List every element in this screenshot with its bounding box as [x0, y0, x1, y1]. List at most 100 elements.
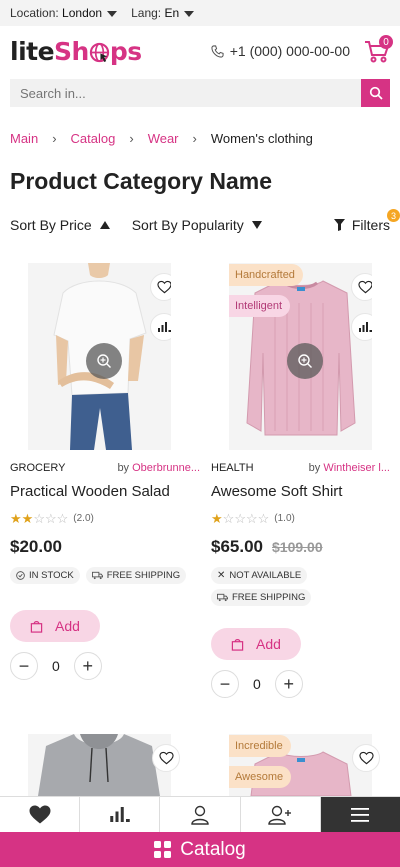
- product-name[interactable]: Awesome Soft Shirt: [211, 483, 400, 500]
- product-price: $20.00: [10, 537, 200, 557]
- wishlist-button[interactable]: [150, 273, 171, 301]
- phone-link[interactable]: +1 (000) 000-00-00: [211, 43, 350, 59]
- chevron-right-icon: ›: [129, 131, 134, 146]
- menu-icon: [351, 807, 370, 822]
- chip-text: FREE SHIPPING: [232, 592, 306, 603]
- sort-by-price-button[interactable]: Sort By Price: [10, 217, 110, 233]
- chip-text: NOT AVAILABLE: [229, 570, 302, 581]
- chip-text: FREE SHIPPING: [106, 570, 181, 581]
- by-label: by: [308, 462, 321, 474]
- location-value: London: [62, 6, 103, 20]
- arrow-up-icon: [99, 221, 110, 229]
- product-card: GROCERY by Oberbrunne... Practical Woode…: [10, 263, 200, 680]
- header: liteSh ps +1 (000) 000-00-00 0: [0, 26, 400, 76]
- sort-popularity-label: Sort By Popularity: [131, 217, 244, 233]
- user-plus-icon: [268, 805, 292, 825]
- star-empty-icon: ☆: [245, 511, 258, 526]
- quantity-stepper: − 0 +: [10, 652, 200, 680]
- filters-button[interactable]: Filters 3: [333, 209, 400, 233]
- breadcrumb-main[interactable]: Main: [10, 131, 38, 146]
- star-empty-icon: ☆: [257, 511, 270, 526]
- product-tag: Awesome: [229, 766, 292, 788]
- old-price: $109.00: [272, 539, 323, 555]
- truck-icon: [217, 593, 228, 602]
- product-category: HEALTH: [211, 462, 254, 474]
- product-tag: Intelligent: [229, 295, 291, 317]
- decrement-button[interactable]: −: [10, 652, 38, 680]
- breadcrumb-catalog[interactable]: Catalog: [71, 131, 116, 146]
- product-category: GROCERY: [10, 462, 66, 474]
- product-tag: Handcrafted: [229, 264, 303, 286]
- decrement-button[interactable]: −: [211, 670, 239, 698]
- current-price: $65.00: [211, 537, 263, 556]
- increment-button[interactable]: +: [274, 670, 303, 698]
- catalog-button[interactable]: Catalog: [0, 832, 400, 867]
- product-image[interactable]: [28, 263, 171, 450]
- search-icon: [369, 86, 383, 100]
- zoom-button[interactable]: [287, 343, 323, 379]
- quantity-value: 0: [52, 658, 60, 674]
- bottom-navigation: [0, 796, 400, 832]
- increment-button[interactable]: +: [73, 652, 102, 680]
- star-full-icon: ★: [21, 511, 34, 526]
- current-price: $20.00: [10, 537, 62, 556]
- location-selector[interactable]: Location: London: [10, 6, 118, 20]
- star-empty-icon: ☆: [44, 511, 57, 526]
- star-empty-icon: ☆: [222, 511, 235, 526]
- nav-wishlist-button[interactable]: [0, 797, 81, 832]
- product-meta: HEALTH by Wintheiser l...: [211, 462, 390, 474]
- product-status-chips: IN STOCK FREE SHIPPING: [10, 567, 200, 584]
- star-full-icon: ★: [211, 511, 223, 526]
- user-icon: [191, 805, 209, 825]
- nav-account-button[interactable]: [160, 797, 241, 832]
- product-image[interactable]: Handcrafted Intelligent: [229, 263, 372, 450]
- logo[interactable]: liteSh ps: [10, 37, 142, 66]
- product-card: Handcrafted Intelligent HEALTH by Winthe…: [211, 263, 400, 698]
- compare-button[interactable]: [351, 313, 372, 341]
- quantity-value: 0: [253, 676, 261, 692]
- arrow-down-icon: [251, 221, 262, 229]
- product-rating: ★ ★ ☆ ☆ ☆ (2.0): [10, 512, 200, 525]
- heart-icon: [358, 751, 374, 765]
- product-image[interactable]: Incredible Awesome: [229, 734, 372, 796]
- breadcrumb-wear[interactable]: Wear: [148, 131, 179, 146]
- add-to-cart-button[interactable]: Add: [10, 610, 100, 642]
- status-chip: ✕ NOT AVAILABLE: [211, 567, 308, 584]
- add-to-cart-button[interactable]: Add: [211, 628, 301, 660]
- phone-icon: [211, 44, 224, 58]
- bar-chart-icon: [157, 322, 171, 332]
- cart-button[interactable]: 0: [364, 35, 393, 64]
- star-empty-icon: ☆: [234, 511, 246, 526]
- search-button[interactable]: [361, 79, 390, 107]
- zoom-button[interactable]: [86, 343, 122, 379]
- product-price: $65.00 $109.00: [211, 537, 400, 557]
- heart-filled-icon: [29, 805, 51, 824]
- wishlist-button[interactable]: [352, 744, 380, 772]
- wishlist-button[interactable]: [152, 744, 180, 772]
- add-label: Add: [55, 618, 80, 634]
- status-chip: FREE SHIPPING: [85, 567, 187, 584]
- product-brand[interactable]: by Wintheiser l...: [309, 462, 390, 474]
- close-icon: ✕: [217, 570, 226, 581]
- phone-number: +1 (000) 000-00-00: [229, 43, 350, 59]
- zoom-in-icon: [97, 354, 111, 368]
- product-image[interactable]: [28, 734, 171, 796]
- sort-by-popularity-button[interactable]: Sort By Popularity: [132, 217, 262, 233]
- compare-button[interactable]: [150, 313, 171, 341]
- nav-compare-button[interactable]: [80, 797, 161, 832]
- search-input[interactable]: [10, 79, 361, 107]
- product-meta: GROCERY by Oberbrunne...: [10, 462, 200, 474]
- nav-register-button[interactable]: [241, 797, 321, 832]
- chevron-right-icon: ›: [192, 131, 197, 146]
- grid-icon: [154, 841, 172, 858]
- breadcrumb: Main › Catalog › Wear › Women's clothing: [0, 131, 400, 146]
- nav-menu-button[interactable]: [320, 797, 400, 832]
- wishlist-button[interactable]: [351, 273, 372, 301]
- catalog-label: Catalog: [180, 838, 246, 860]
- product-name[interactable]: Practical Wooden Salad: [10, 483, 200, 500]
- product-brand[interactable]: by Oberbrunne...: [117, 462, 200, 474]
- shopping-bag-icon: [231, 638, 244, 651]
- language-selector[interactable]: Lang: En: [131, 6, 195, 20]
- product-card: [10, 734, 200, 796]
- chevron-down-icon: [107, 10, 118, 17]
